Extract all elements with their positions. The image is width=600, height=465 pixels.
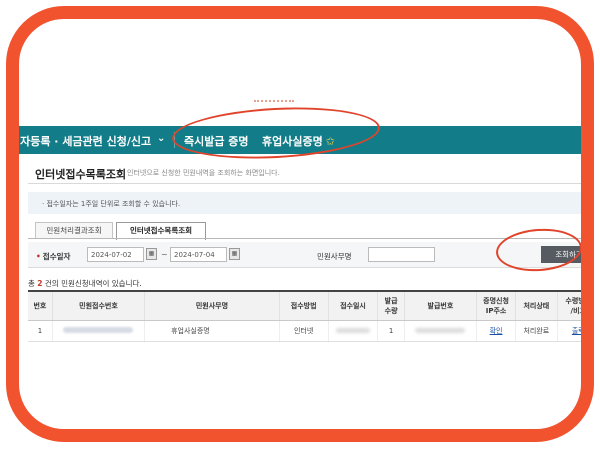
divider — [28, 183, 581, 184]
calendar-icon[interactable]: ▦ — [229, 248, 240, 260]
page-title: 인터넷접수목록조회 — [35, 168, 127, 181]
result-suffix: 건의 민원신청내역이 있습니다. — [42, 279, 142, 288]
cell-ip-link[interactable]: 확인 — [476, 320, 517, 342]
highlight-circle-nav — [170, 102, 382, 164]
cell-service-name: 휴업사실증명 — [144, 320, 280, 342]
cell-method: 인터넷 — [279, 320, 329, 342]
results-table: 번호 민원접수번호 민원사무명 접수방법 접수일시 발급 수량 발급번호 증명신… — [28, 290, 581, 342]
ip-check-link[interactable]: 확인 — [490, 327, 503, 335]
service-name-label: 민원사무명 — [317, 252, 352, 261]
service-name-input[interactable] — [368, 247, 435, 262]
cell-no: 1 — [28, 320, 53, 342]
col-header-receipt-no: 민원접수번호 — [52, 290, 146, 321]
table-row: 1 휴업사실증명 인터넷 1 확인 처리완료 출력 — [28, 320, 581, 342]
result-count: 총 2 건의 민원신청내역이 있습니다. — [28, 278, 142, 289]
col-header-status: 처리상태 — [515, 290, 558, 321]
chevron-down-icon[interactable]: ⌄ — [157, 133, 165, 144]
print-link[interactable]: 출력 — [572, 327, 581, 335]
required-dot: • — [36, 252, 41, 261]
cell-receive-link[interactable]: 출력 — [557, 320, 581, 342]
col-header-no: 번호 — [28, 290, 53, 321]
info-box: · 접수일자는 1주일 단위로 조회할 수 있습니다. — [28, 192, 581, 214]
screenshot-frame: 업자등록 · 세금관련 신청/신고 ⌄ 즉시발급 증명 휴업사실증명 ✩ 인터넷접… — [6, 6, 594, 442]
cell-issue-no-redacted — [404, 320, 477, 342]
date-to-input[interactable]: 2024-07-04 — [170, 247, 227, 262]
date-label-text: 접수일자 — [42, 252, 71, 261]
col-header-qty: 발급 수량 — [377, 290, 405, 321]
info-text: · 접수일자는 1주일 단위로 조회할 수 있습니다. — [42, 200, 181, 208]
nav-item-registration[interactable]: 업자등록 · 세금관련 신청/신고 — [19, 133, 151, 149]
date-from-input[interactable]: 2024-07-02 — [87, 247, 144, 262]
table-header-row: 번호 민원접수번호 민원사무명 접수방법 접수일시 발급 수량 발급번호 증명신… — [28, 290, 581, 321]
col-header-receipt-date: 접수일시 — [328, 290, 379, 321]
cell-receipt-date-redacted — [328, 320, 379, 342]
col-header-receive: 수령방법 /비고 — [557, 290, 581, 321]
cell-qty: 1 — [377, 320, 405, 342]
calendar-icon[interactable]: ▦ — [146, 248, 157, 260]
col-header-issue-no: 발급번호 — [404, 290, 477, 321]
col-header-ip: 증명신청 IP주소 — [476, 290, 517, 321]
result-prefix: 총 — [28, 279, 38, 288]
annotation-mark — [254, 100, 294, 106]
page-description: 인터넷으로 신청한 민원내역을 조회하는 화면입니다. — [127, 169, 280, 177]
cell-status: 처리완료 — [515, 320, 558, 342]
tab-processing-results[interactable]: 민원처리결과조회 — [35, 222, 113, 239]
col-header-method: 접수방법 — [279, 290, 329, 321]
col-header-service-name: 민원사무명 — [144, 290, 280, 321]
cell-receipt-no-redacted — [52, 320, 146, 342]
range-separator: ~ — [161, 250, 168, 259]
date-label: • 접수일자 — [36, 251, 70, 262]
